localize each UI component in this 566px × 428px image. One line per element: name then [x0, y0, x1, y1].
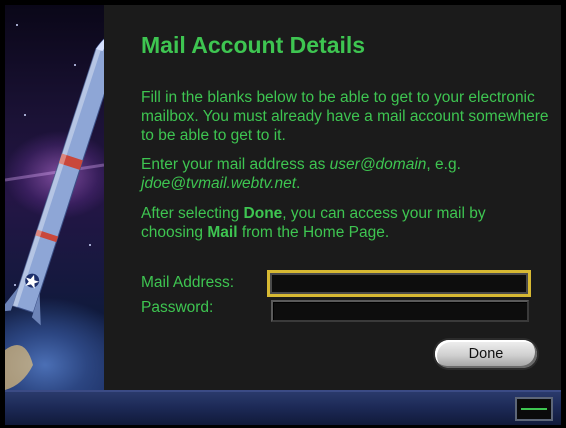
hint-prefix: Enter your mail address as [141, 156, 330, 173]
connection-status-icon [515, 397, 553, 421]
content-panel: Mail Account Details Fill in the blanks … [104, 5, 561, 390]
hint-format: user@domain [329, 156, 427, 173]
rocket-icon [5, 24, 104, 390]
rocket-illustration [5, 5, 104, 390]
password-label: Password: [141, 299, 214, 316]
page-title: Mail Account Details [141, 32, 366, 58]
done-button[interactable]: Done [435, 340, 537, 368]
address-format-hint: Enter your mail address as user@domain, … [141, 155, 551, 193]
hint-middle: , e.g. [426, 156, 461, 173]
app-window: Mail Account Details Fill in the blanks … [0, 0, 566, 428]
mail-address-input[interactable] [267, 270, 531, 297]
done-part1: After selecting [141, 205, 244, 222]
hint-example: jdoe@tvmail.webtv.net [141, 175, 297, 192]
hint-suffix: . [296, 175, 301, 192]
done-instructions: After selecting Done, you can access you… [141, 204, 551, 242]
password-input[interactable] [271, 300, 529, 322]
status-bar [5, 390, 561, 425]
status-line [521, 408, 547, 410]
mail-word: Mail [207, 224, 238, 241]
intro-text: Fill in the blanks below to be able to g… [141, 89, 549, 144]
mail-address-label: Mail Address: [141, 274, 235, 291]
done-part3: from the Home Page. [237, 224, 390, 241]
done-word: Done [243, 205, 283, 222]
